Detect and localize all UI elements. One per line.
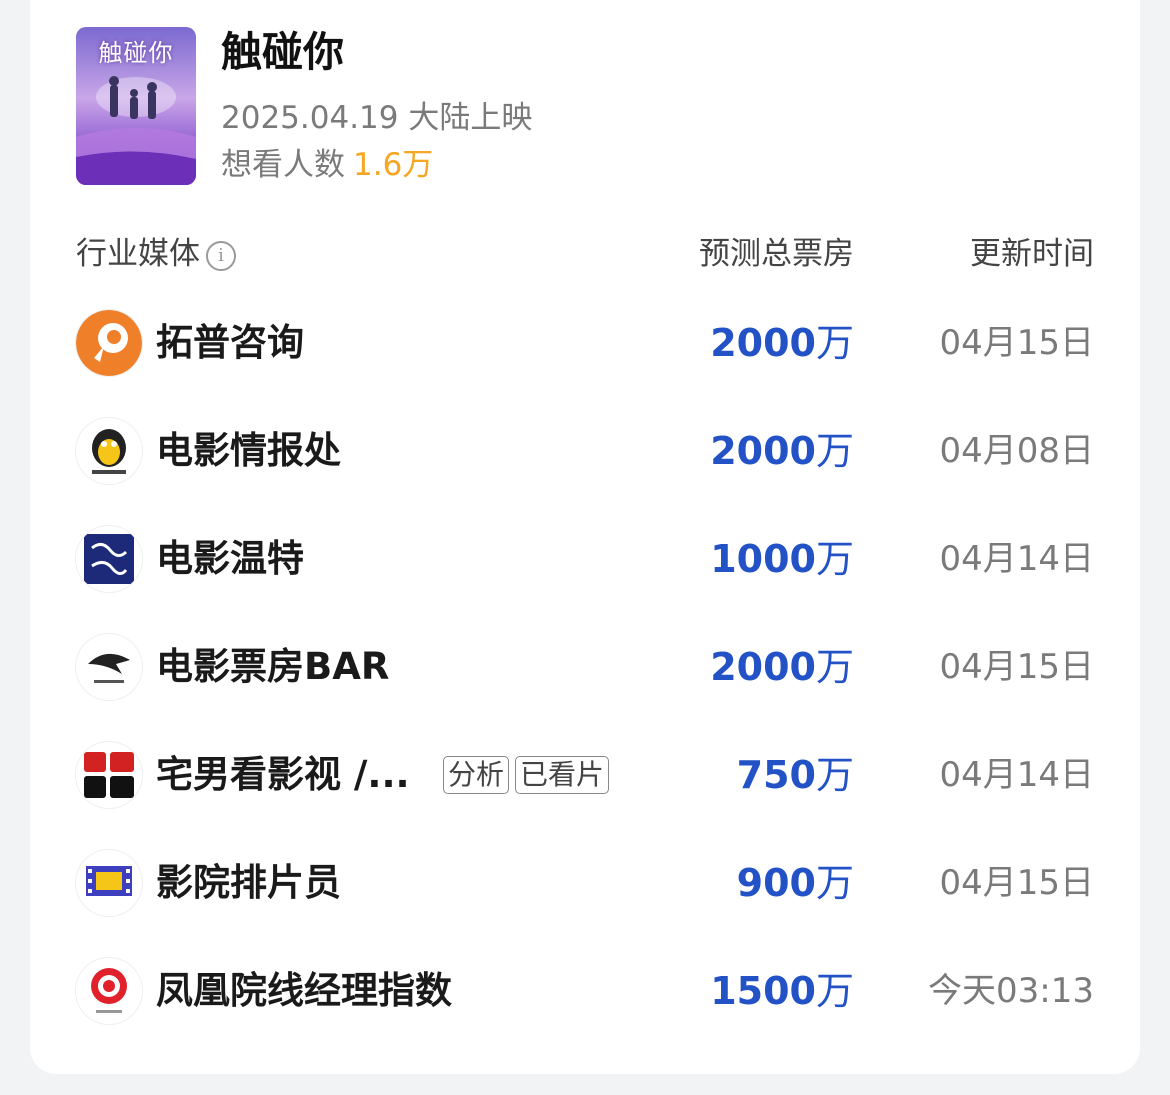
media-name: 凤凰院线经理指数 (156, 969, 452, 1012)
list-item[interactable]: 电影票房BAR 2000万 04月15日 (0, 622, 1170, 712)
info-icon[interactable]: i (206, 241, 236, 271)
boxoffice-unit: 万 (815, 645, 854, 689)
list-item[interactable]: 凤凰院线经理指数 1500万 今天03:13 (0, 946, 1170, 1036)
boxoffice-value: 1500万 (710, 966, 854, 1016)
topu-logo-icon (76, 310, 142, 376)
ifeng-logo-icon (76, 958, 142, 1024)
update-time: 04月15日 (939, 647, 1094, 687)
media-name: 电影情报处 (156, 429, 341, 472)
media-name: 电影票房BAR (156, 645, 390, 688)
boxoffice-value: 900万 (737, 858, 854, 908)
boxoffice-unit: 万 (815, 537, 854, 581)
boxoffice-unit: 万 (815, 969, 854, 1013)
column-header-time: 更新时间 (970, 236, 1094, 272)
list-item[interactable]: 影院排片员 900万 04月15日 (0, 838, 1170, 928)
media-name: 电影温特 (156, 537, 304, 580)
tag-watched: 已看片 (515, 756, 610, 794)
boxoffice-unit: 万 (815, 321, 854, 365)
boxoffice-unit: 万 (815, 429, 854, 473)
update-time: 04月15日 (939, 863, 1094, 903)
boxoffice-number: 1000 (710, 537, 816, 581)
boxoffice-value: 2000万 (710, 642, 854, 692)
boxoffice-value: 2000万 (710, 318, 854, 368)
column-header-media-label: 行业媒体 (76, 236, 200, 272)
boxoffice-number: 2000 (710, 429, 816, 473)
zhainan-logo-icon (76, 742, 142, 808)
movie-poster[interactable]: 触碰你 (76, 27, 196, 185)
wente-logo-icon (76, 526, 142, 592)
update-time: 04月14日 (939, 539, 1094, 579)
list-item[interactable]: 拓普咨询 2000万 04月15日 (0, 298, 1170, 388)
column-header-boxoffice: 预测总票房 (699, 236, 854, 272)
want-to-see-label: 想看人数 (221, 147, 345, 183)
media-name: 宅男看影视 /... (156, 753, 410, 796)
tag-analysis: 分析 (443, 756, 510, 794)
media-name: 拓普咨询 (156, 321, 304, 364)
update-time: 04月14日 (939, 755, 1094, 795)
boxoffice-value: 2000万 (710, 426, 854, 476)
list-item[interactable]: 电影情报处 2000万 04月08日 (0, 406, 1170, 496)
bar-logo-icon (76, 634, 142, 700)
boxoffice-number: 750 (736, 753, 816, 797)
boxoffice-number: 2000 (710, 321, 816, 365)
update-time: 04月15日 (939, 323, 1094, 363)
list-item[interactable]: 电影温特 1000万 04月14日 (0, 514, 1170, 604)
boxoffice-value: 750万 (737, 750, 854, 800)
boxoffice-number: 2000 (710, 645, 816, 689)
boxoffice-value: 1000万 (710, 534, 854, 584)
boxoffice-unit: 万 (815, 753, 854, 797)
update-time: 04月08日 (939, 431, 1094, 471)
boxoffice-number: 900 (736, 861, 816, 905)
tag-group: 分析 已看片 (443, 756, 615, 794)
release-date: 2025.04.19 大陆上映 (221, 100, 533, 136)
penguin-logo-icon (76, 418, 142, 484)
film-logo-icon (76, 850, 142, 916)
want-to-see: 想看人数 1.6万 (221, 145, 433, 185)
column-header-media: 行业媒体 i (76, 233, 236, 275)
boxoffice-number: 1500 (710, 969, 816, 1013)
media-name: 影院排片员 (156, 861, 341, 904)
want-to-see-count: 1.6万 (353, 147, 434, 183)
boxoffice-unit: 万 (815, 861, 854, 905)
update-time: 今天03:13 (928, 971, 1094, 1011)
list-item[interactable]: 宅男看影视 /... 分析 已看片 750万 04月14日 (0, 730, 1170, 820)
poster-title: 触碰你 (98, 39, 174, 67)
movie-title[interactable]: 触碰你 (221, 24, 344, 80)
